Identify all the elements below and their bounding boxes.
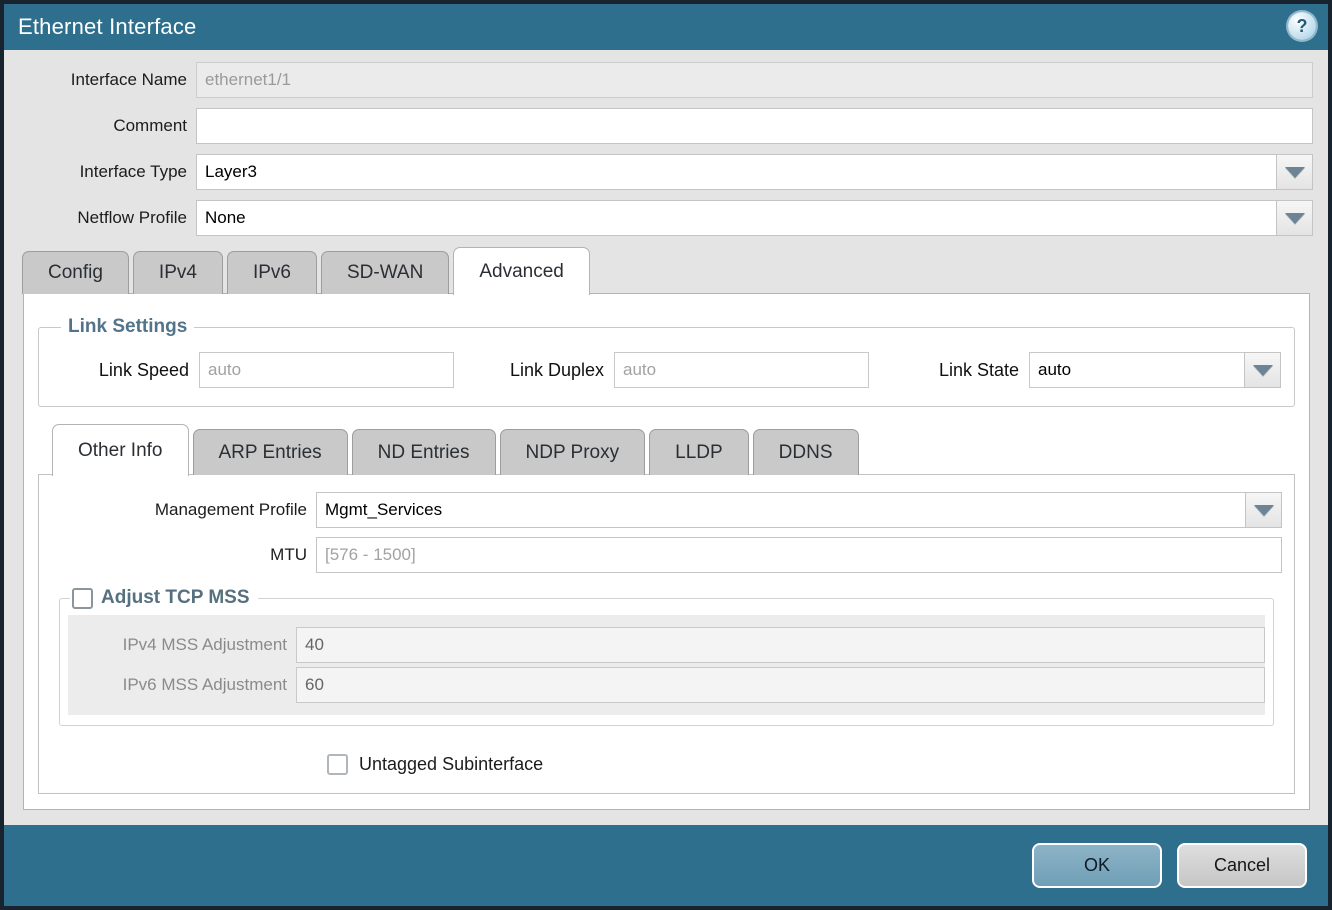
- adjust-tcp-mss-caption: Adjust TCP MSS: [101, 587, 250, 609]
- interface-type-dropdown-button[interactable]: [1276, 154, 1313, 190]
- tab-nd-entries[interactable]: ND Entries: [352, 429, 496, 475]
- tab-lldp[interactable]: LLDP: [649, 429, 749, 475]
- tab-ipv4[interactable]: IPv4: [133, 251, 223, 294]
- adjust-tcp-mss-fieldset: Adjust TCP MSS IPv4 MSS Adjustment IPv6 …: [59, 587, 1274, 726]
- chevron-down-icon: [1285, 213, 1305, 224]
- link-settings-row: Link Speed Link Duplex Link State: [49, 346, 1284, 388]
- comment-input[interactable]: [196, 108, 1313, 144]
- interface-type-label: Interface Type: [4, 162, 196, 182]
- other-info-panel: Management Profile MTU: [38, 474, 1295, 794]
- mtu-input[interactable]: [316, 537, 1282, 573]
- sub-tab-bar: Other Info ARP Entries ND Entries NDP Pr…: [38, 423, 1295, 475]
- dialog-title: Ethernet Interface: [18, 14, 196, 40]
- link-state-dropdown-button[interactable]: [1244, 352, 1281, 388]
- interface-type-row: Interface Type: [4, 154, 1313, 190]
- ok-button[interactable]: OK: [1032, 843, 1162, 888]
- tab-sdwan[interactable]: SD-WAN: [321, 251, 449, 294]
- titlebar: Ethernet Interface ?: [4, 4, 1328, 50]
- netflow-profile-row: Netflow Profile: [4, 200, 1313, 236]
- cancel-button[interactable]: Cancel: [1177, 843, 1307, 888]
- mtu-label: MTU: [51, 545, 316, 565]
- chevron-down-icon: [1253, 365, 1273, 376]
- management-profile-row: Management Profile: [51, 492, 1282, 528]
- untagged-subinterface-label: Untagged Subinterface: [359, 754, 543, 775]
- adjust-tcp-mss-legend: Adjust TCP MSS: [70, 587, 258, 609]
- netflow-profile-input[interactable]: [196, 200, 1277, 236]
- help-icon[interactable]: ?: [1288, 12, 1316, 40]
- adjust-tcp-mss-checkbox[interactable]: [72, 588, 93, 609]
- chevron-down-icon: [1254, 505, 1274, 516]
- link-state-input[interactable]: [1029, 352, 1245, 388]
- dialog-footer: OK Cancel: [4, 825, 1328, 906]
- mss-disabled-area: IPv4 MSS Adjustment IPv6 MSS Adjustment: [68, 615, 1265, 715]
- comment-label: Comment: [4, 116, 196, 136]
- tab-ddns[interactable]: DDNS: [753, 429, 859, 475]
- netflow-profile-dropdown-button[interactable]: [1276, 200, 1313, 236]
- advanced-tab-panel: Link Settings Link Speed Link Duplex Lin…: [23, 293, 1310, 810]
- link-settings-fieldset: Link Settings Link Speed Link Duplex Lin…: [38, 316, 1295, 407]
- link-duplex-input[interactable]: [614, 352, 869, 388]
- tab-ipv6[interactable]: IPv6: [227, 251, 317, 294]
- dialog-body: Interface Name Comment Interface Type Ne…: [4, 50, 1328, 825]
- ipv6-mss-label: IPv6 MSS Adjustment: [68, 675, 296, 695]
- ipv6-mss-input: [296, 667, 1265, 703]
- tab-arp-entries[interactable]: ARP Entries: [193, 429, 348, 475]
- tab-ndp-proxy[interactable]: NDP Proxy: [500, 429, 646, 475]
- interface-name-row: Interface Name: [4, 62, 1313, 98]
- interface-name-label: Interface Name: [4, 70, 196, 90]
- interface-type-input[interactable]: [196, 154, 1277, 190]
- ipv4-mss-row: IPv4 MSS Adjustment: [68, 627, 1265, 663]
- tab-config[interactable]: Config: [22, 251, 129, 294]
- ipv4-mss-input: [296, 627, 1265, 663]
- interface-name-input: [196, 62, 1313, 98]
- comment-row: Comment: [4, 108, 1313, 144]
- link-duplex-label: Link Duplex: [462, 360, 614, 381]
- management-profile-label: Management Profile: [51, 500, 316, 520]
- management-profile-dropdown-button[interactable]: [1245, 492, 1282, 528]
- ipv4-mss-label: IPv4 MSS Adjustment: [68, 635, 296, 655]
- tab-other-info[interactable]: Other Info: [52, 424, 189, 476]
- link-speed-input[interactable]: [199, 352, 454, 388]
- link-settings-legend: Link Settings: [61, 316, 194, 338]
- main-tab-bar: Config IPv4 IPv6 SD-WAN Advanced: [4, 246, 1328, 294]
- link-state-label: Link State: [877, 360, 1029, 381]
- ipv6-mss-row: IPv6 MSS Adjustment: [68, 667, 1265, 703]
- management-profile-input[interactable]: [316, 492, 1246, 528]
- untagged-subinterface-checkbox[interactable]: [327, 754, 348, 775]
- netflow-profile-label: Netflow Profile: [4, 208, 196, 228]
- chevron-down-icon: [1285, 167, 1305, 178]
- untagged-subinterface-row: Untagged Subinterface: [51, 754, 1282, 775]
- tab-advanced[interactable]: Advanced: [453, 247, 590, 295]
- ethernet-interface-dialog: Ethernet Interface ? Interface Name Comm…: [0, 0, 1332, 910]
- link-speed-label: Link Speed: [49, 360, 199, 381]
- mtu-row: MTU: [51, 537, 1282, 573]
